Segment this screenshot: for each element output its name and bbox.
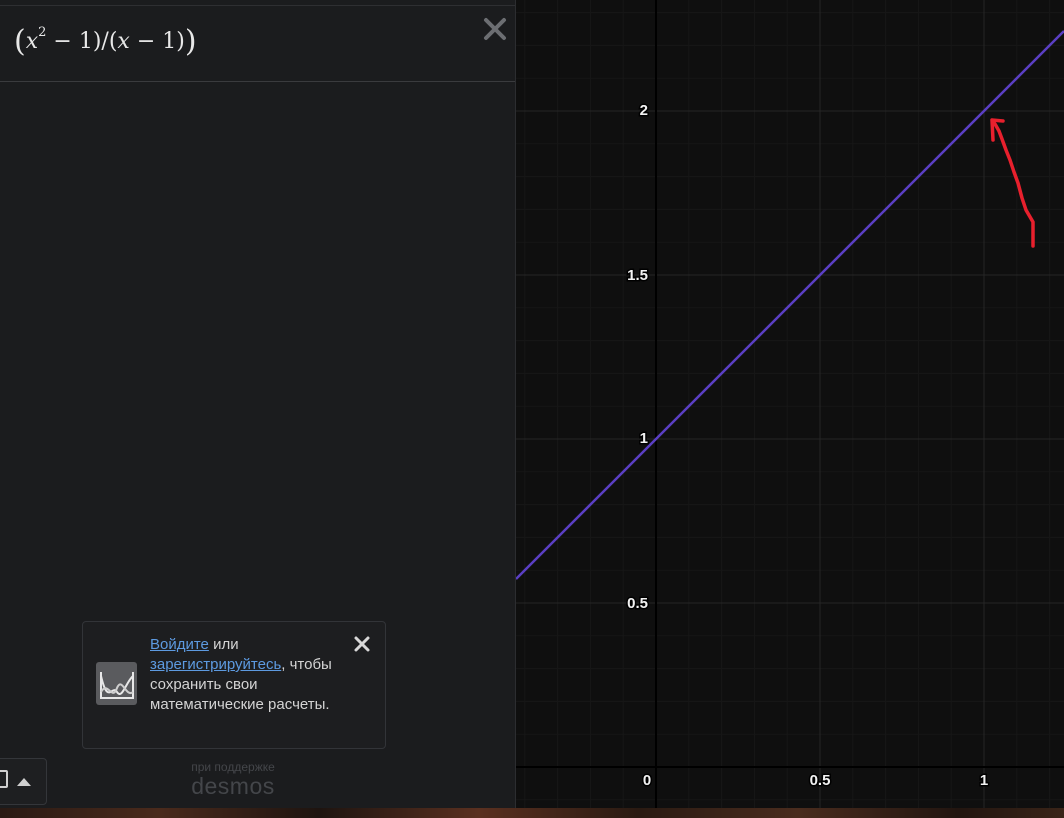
expression-math[interactable]: (x2 − 1)/(x − 1)) (14, 24, 197, 59)
expr-tail: − 1) (129, 29, 185, 54)
graph-svg[interactable]: 2 1.5 1 0.5 0 0.5 1 (516, 0, 1064, 808)
login-prompt: Войдите или зарегистрируйтесь, чтобы сох… (82, 621, 386, 749)
minor-grid (516, 0, 1064, 808)
y-tick-label-0-5: 0.5 (627, 595, 648, 612)
y-tick-label-1-5: 1.5 (627, 267, 648, 284)
right-paren: ) (184, 24, 197, 59)
expr-denominator-var: x (117, 29, 130, 54)
x-tick-label-0: 0 (643, 772, 651, 789)
powered-by-desmos[interactable]: при поддержке desmos (170, 760, 296, 798)
expr-middle: − 1)/( (46, 29, 118, 54)
red-arrow-annotation (990, 118, 1035, 248)
background-strip (0, 808, 1064, 818)
expr-var-x: x (25, 29, 39, 54)
expression-panel: (x2 − 1)/(x − 1)) Войдите или зарегистри… (0, 0, 516, 808)
expression-row[interactable]: (x2 − 1)/(x − 1)) (0, 5, 515, 82)
keypad-toggle-button[interactable] (0, 758, 47, 805)
y-tick-label-1: 1 (640, 430, 648, 447)
x-tick-label-1: 1 (980, 772, 988, 789)
desmos-logo: desmos (191, 773, 275, 799)
register-link[interactable]: зарегистрируйтесь (150, 656, 281, 673)
y-tick-label-2: 2 (640, 102, 648, 119)
close-icon[interactable] (482, 16, 508, 42)
left-paren: ( (14, 24, 26, 59)
login-prompt-text: Войдите или зарегистрируйтесь, чтобы сох… (150, 635, 350, 715)
caret-up-icon (17, 778, 31, 786)
login-link[interactable]: Войдите (150, 636, 209, 653)
powered-by-text: при поддержке (191, 760, 275, 774)
prompt-close-icon[interactable] (353, 635, 371, 653)
graph-thumbnail-icon (96, 662, 137, 705)
graph-paper[interactable]: 2 1.5 1 0.5 0 0.5 1 (516, 0, 1064, 808)
keypad-icon (0, 770, 8, 788)
graph-curve[interactable] (516, 30, 1064, 580)
expr-exponent: 2 (38, 24, 47, 40)
or-text: или (208, 636, 239, 653)
x-tick-label-0-5: 0.5 (810, 772, 831, 789)
major-grid (516, 0, 1064, 808)
